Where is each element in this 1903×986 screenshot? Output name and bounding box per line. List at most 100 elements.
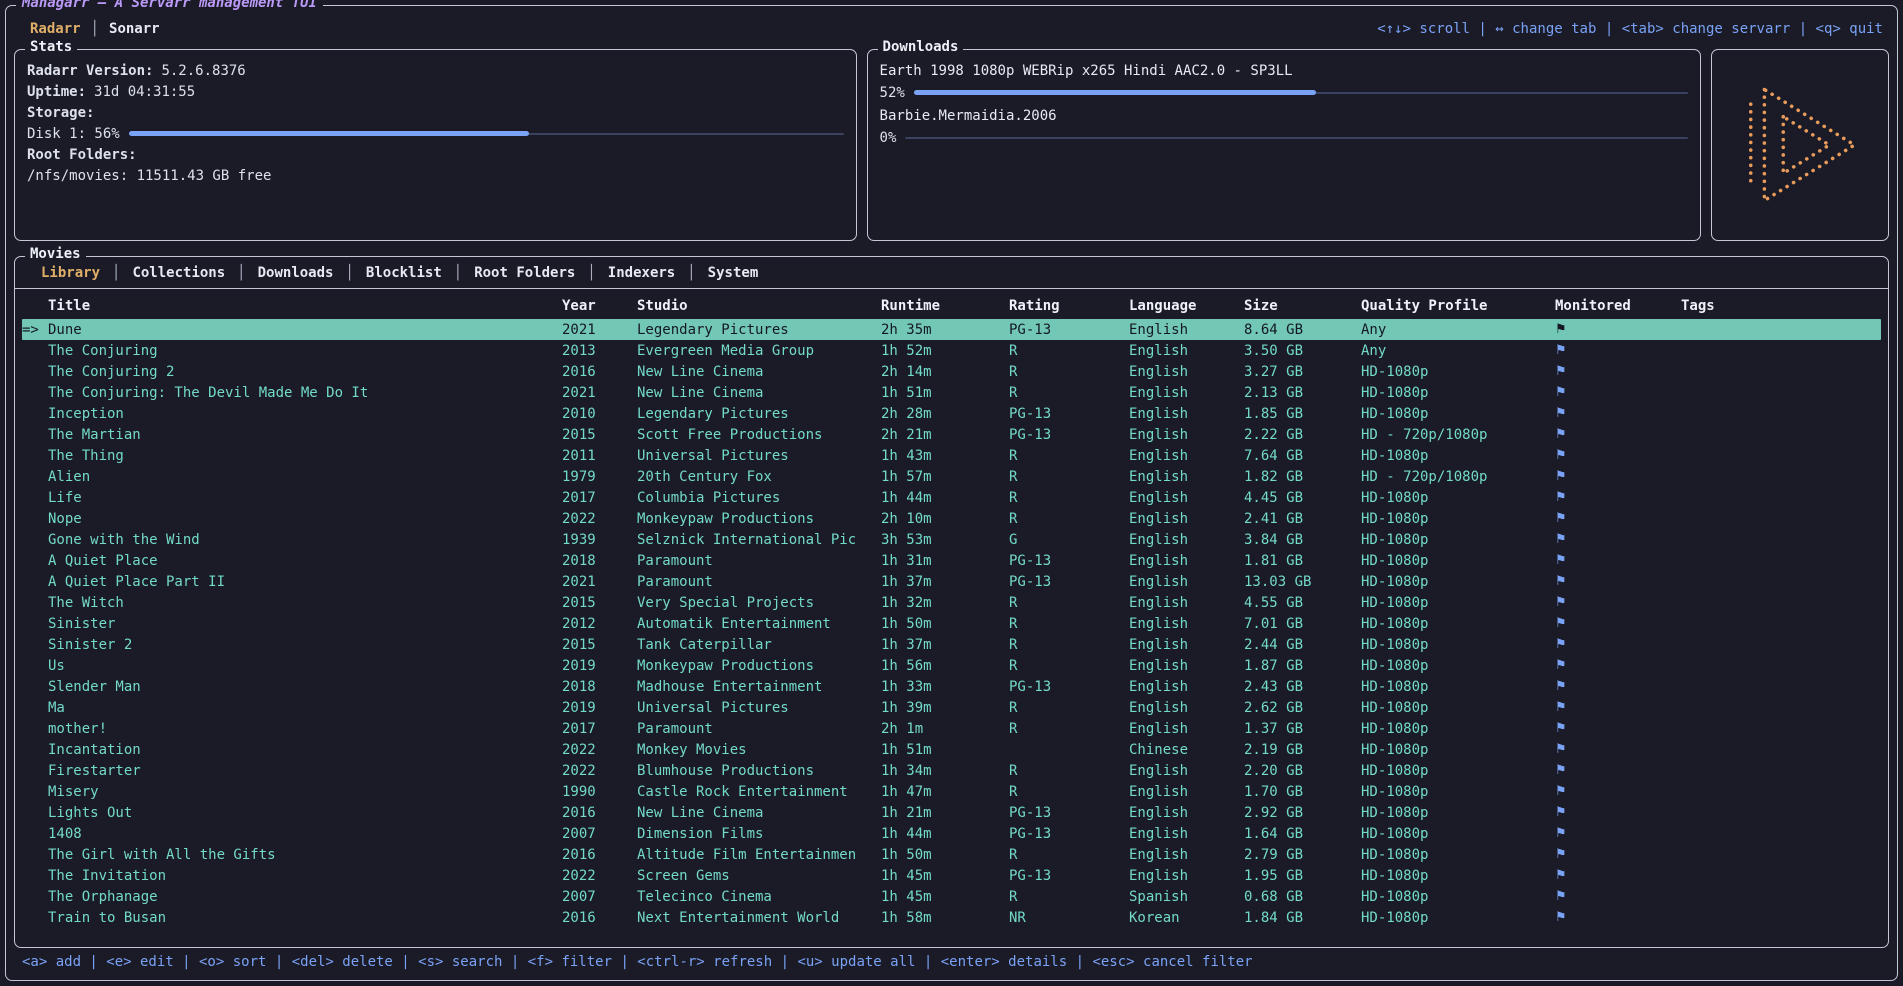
cell-studio: Next Entertainment World: [637, 910, 881, 926]
cell-size: 2.13 GB: [1244, 385, 1361, 401]
cell-language: English: [1129, 805, 1244, 821]
table-row[interactable]: mother! 2017 Paramount 2h 1m R English 1…: [22, 718, 1881, 739]
cell-language: English: [1129, 511, 1244, 527]
cell-title: Gone with the Wind: [48, 532, 562, 548]
cell-rating: R: [1009, 511, 1129, 527]
cell-year: 2016: [562, 364, 637, 380]
cell-rating: PG-13: [1009, 805, 1129, 821]
table-row[interactable]: Firestarter 2022 Blumhouse Productions 1…: [22, 760, 1881, 781]
cell-runtime: 2h 10m: [881, 511, 1009, 527]
download-item: Barbie.Mermaidia.20060%: [880, 105, 1688, 148]
monitored-flag-icon: ⚑: [1555, 343, 1681, 358]
cell-size: 1.84 GB: [1244, 910, 1361, 926]
tab-indexers[interactable]: Indexers: [596, 265, 687, 281]
tab-system[interactable]: System: [696, 265, 771, 281]
cell-runtime: 1h 47m: [881, 784, 1009, 800]
table-row[interactable]: The Conjuring: The Devil Made Me Do It 2…: [22, 382, 1881, 403]
cell-language: English: [1129, 637, 1244, 653]
table-row[interactable]: Incantation 2022 Monkey Movies 1h 51m Ch…: [22, 739, 1881, 760]
cell-quality-profile: HD-1080p: [1361, 658, 1555, 674]
column-header-monitored: Monitored: [1555, 298, 1681, 314]
cell-studio: Evergreen Media Group: [637, 343, 881, 359]
tab-blocklist[interactable]: Blocklist: [354, 265, 454, 281]
monitored-flag-icon: ⚑: [1555, 889, 1681, 904]
monitored-flag-icon: ⚑: [1555, 616, 1681, 631]
cell-quality-profile: HD-1080p: [1361, 637, 1555, 653]
cell-title: Lights Out: [48, 805, 562, 821]
cell-language: English: [1129, 553, 1244, 569]
tab-library[interactable]: Library: [29, 265, 112, 281]
table-row[interactable]: Alien 1979 20th Century Fox 1h 57m R Eng…: [22, 466, 1881, 487]
cell-quality-profile: HD-1080p: [1361, 406, 1555, 422]
cell-runtime: 1h 56m: [881, 658, 1009, 674]
cell-rating: R: [1009, 889, 1129, 905]
tab-separator: │: [587, 265, 595, 281]
cell-title: Dune: [48, 322, 562, 338]
tab-radarr[interactable]: Radarr: [20, 21, 91, 37]
cell-size: 2.44 GB: [1244, 637, 1361, 653]
cell-year: 2016: [562, 847, 637, 863]
cell-rating: R: [1009, 616, 1129, 632]
top-help-text: <↑↓> scroll | ↔ change tab | <tab> chang…: [1377, 21, 1883, 37]
table-row[interactable]: Ma 2019 Universal Pictures 1h 39m R Engl…: [22, 697, 1881, 718]
table-row[interactable]: => Dune 2021 Legendary Pictures 2h 35m P…: [22, 319, 1881, 340]
cell-studio: Screen Gems: [637, 868, 881, 884]
table-row[interactable]: The Orphanage 2007 Telecinco Cinema 1h 4…: [22, 886, 1881, 907]
table-row[interactable]: The Martian 2015 Scott Free Productions …: [22, 424, 1881, 445]
monitored-flag-icon: ⚑: [1555, 448, 1681, 463]
table-row[interactable]: A Quiet Place 2018 Paramount 1h 31m PG-1…: [22, 550, 1881, 571]
table-row[interactable]: 1408 2007 Dimension Films 1h 44m PG-13 E…: [22, 823, 1881, 844]
table-row[interactable]: The Invitation 2022 Screen Gems 1h 45m P…: [22, 865, 1881, 886]
table-row[interactable]: Train to Busan 2016 Next Entertainment W…: [22, 907, 1881, 928]
table-row[interactable]: The Conjuring 2013 Evergreen Media Group…: [22, 340, 1881, 361]
cell-language: Korean: [1129, 910, 1244, 926]
cell-title: The Girl with All the Gifts: [48, 847, 562, 863]
cell-year: 2007: [562, 826, 637, 842]
monitored-flag-icon: ⚑: [1555, 511, 1681, 526]
table-row[interactable]: Sinister 2012 Automatik Entertainment 1h…: [22, 613, 1881, 634]
table-row[interactable]: The Thing 2011 Universal Pictures 1h 43m…: [22, 445, 1881, 466]
table-row[interactable]: The Witch 2015 Very Special Projects 1h …: [22, 592, 1881, 613]
cell-language: English: [1129, 847, 1244, 863]
cell-language: English: [1129, 574, 1244, 590]
table-row[interactable]: Inception 2010 Legendary Pictures 2h 28m…: [22, 403, 1881, 424]
tab-sonarr[interactable]: Sonarr: [99, 21, 170, 37]
cell-year: 2022: [562, 511, 637, 527]
monitored-flag-icon: ⚑: [1555, 721, 1681, 736]
table-row[interactable]: Life 2017 Columbia Pictures 1h 44m R Eng…: [22, 487, 1881, 508]
table-row[interactable]: Nope 2022 Monkeypaw Productions 2h 10m R…: [22, 508, 1881, 529]
tab-collections[interactable]: Collections: [120, 265, 237, 281]
cell-quality-profile: HD-1080p: [1361, 616, 1555, 632]
table-row[interactable]: Misery 1990 Castle Rock Entertainment 1h…: [22, 781, 1881, 802]
movies-table-body[interactable]: => Dune 2021 Legendary Pictures 2h 35m P…: [22, 319, 1881, 928]
table-row[interactable]: Us 2019 Monkeypaw Productions 1h 56m R E…: [22, 655, 1881, 676]
tab-separator: │: [454, 265, 462, 281]
downloads-panel-title: Downloads: [878, 39, 964, 55]
cell-language: English: [1129, 616, 1244, 632]
cell-year: 2015: [562, 595, 637, 611]
cell-language: English: [1129, 469, 1244, 485]
cell-rating: R: [1009, 385, 1129, 401]
table-row[interactable]: The Girl with All the Gifts 2016 Altitud…: [22, 844, 1881, 865]
radarr-version-value: 5.2.6.8376: [161, 63, 245, 79]
table-row[interactable]: Lights Out 2016 New Line Cinema 1h 21m P…: [22, 802, 1881, 823]
table-row[interactable]: A Quiet Place Part II 2021 Paramount 1h …: [22, 571, 1881, 592]
cell-quality-profile: HD-1080p: [1361, 847, 1555, 863]
tab-root-folders[interactable]: Root Folders: [462, 265, 587, 281]
cell-studio: 20th Century Fox: [637, 469, 881, 485]
cell-quality-profile: HD - 720p/1080p: [1361, 427, 1555, 443]
movies-tabs: Library│Collections│Downloads│Blocklist│…: [15, 257, 1888, 289]
cell-title: Ma: [48, 700, 562, 716]
cell-runtime: 1h 33m: [881, 679, 1009, 695]
cell-language: Spanish: [1129, 889, 1244, 905]
cell-runtime: 2h 28m: [881, 406, 1009, 422]
table-row[interactable]: Sinister 2 2015 Tank Caterpillar 1h 37m …: [22, 634, 1881, 655]
cell-rating: R: [1009, 700, 1129, 716]
table-row[interactable]: Gone with the Wind 1939 Selznick Interna…: [22, 529, 1881, 550]
table-row[interactable]: The Conjuring 2 2016 New Line Cinema 2h …: [22, 361, 1881, 382]
monitored-flag-icon: ⚑: [1555, 427, 1681, 442]
tab-downloads[interactable]: Downloads: [246, 265, 346, 281]
cell-year: 2010: [562, 406, 637, 422]
cell-rating: NR: [1009, 910, 1129, 926]
table-row[interactable]: Slender Man 2018 Madhouse Entertainment …: [22, 676, 1881, 697]
